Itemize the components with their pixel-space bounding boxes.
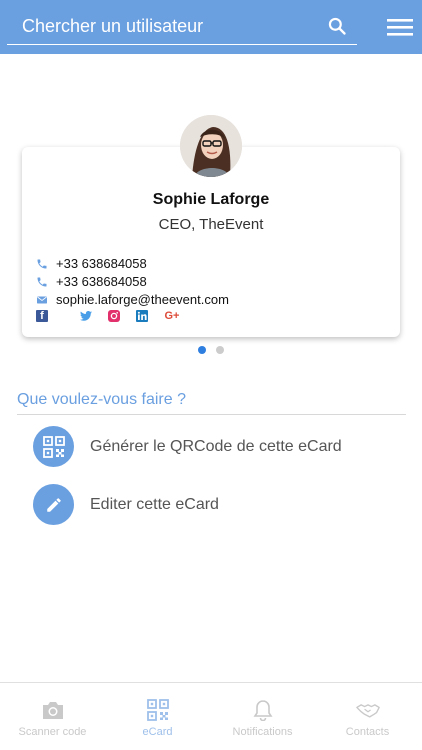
edit-ecard-label: Editer cette eCard bbox=[90, 495, 219, 513]
carousel-dots bbox=[198, 346, 234, 354]
nav-label-contacts: Contacts bbox=[345, 726, 390, 738]
nav-item-contacts[interactable]: Contacts bbox=[315, 683, 420, 750]
phone-icon bbox=[37, 277, 47, 286]
profile-role: CEO, TheEvent bbox=[158, 216, 264, 233]
camera-icon bbox=[42, 702, 63, 719]
googleplus-icon[interactable]: G+ bbox=[164, 310, 180, 322]
nav-item-notifications[interactable]: Notifications bbox=[210, 683, 315, 750]
profile-name: Sophie Laforge bbox=[152, 191, 270, 208]
carousel-dot[interactable] bbox=[216, 346, 224, 354]
handshake-icon bbox=[355, 704, 380, 718]
edit-ecard-button[interactable]: Editer cette eCard bbox=[33, 484, 219, 525]
qrcode-icon bbox=[146, 699, 169, 721]
phone-number-1: +33 638684058 bbox=[56, 256, 147, 271]
carousel-dot-active[interactable] bbox=[198, 346, 206, 354]
search-bar[interactable]: Chercher un utilisateur bbox=[7, 8, 357, 45]
phone-icon bbox=[37, 259, 47, 268]
social-links: f G+ bbox=[36, 310, 196, 322]
nav-item-ecard[interactable]: eCard bbox=[105, 683, 210, 750]
twitter-icon[interactable] bbox=[80, 310, 92, 322]
instagram-icon[interactable] bbox=[108, 310, 120, 322]
search-icon[interactable] bbox=[327, 16, 347, 36]
nav-label-ecard: eCard bbox=[142, 726, 173, 738]
contact-email[interactable]: sophie.laforge@theevent.com bbox=[36, 292, 229, 307]
facebook-label: f bbox=[40, 310, 44, 322]
pencil-icon bbox=[33, 484, 74, 525]
divider bbox=[17, 414, 406, 415]
phone-number-2: +33 638684058 bbox=[56, 274, 147, 289]
avatar bbox=[180, 115, 242, 177]
email-address: sophie.laforge@theevent.com bbox=[56, 292, 229, 307]
contact-phone-1[interactable]: +33 638684058 bbox=[36, 256, 147, 271]
generate-qrcode-label: Générer le QRCode de cette eCard bbox=[90, 437, 342, 455]
hamburger-menu-icon[interactable] bbox=[387, 17, 413, 37]
bell-icon bbox=[253, 700, 272, 721]
generate-qrcode-button[interactable]: Générer le QRCode de cette eCard bbox=[33, 426, 342, 467]
section-title: Que voulez-vous faire ? bbox=[17, 391, 186, 408]
contact-phone-2[interactable]: +33 638684058 bbox=[36, 274, 147, 289]
app-header: Chercher un utilisateur bbox=[0, 0, 422, 54]
nav-label-notifications: Notifications bbox=[232, 726, 293, 738]
nav-item-scanner[interactable]: Scanner code bbox=[0, 683, 105, 750]
search-input[interactable]: Chercher un utilisateur bbox=[22, 16, 203, 37]
email-icon bbox=[37, 296, 47, 303]
qrcode-icon bbox=[33, 426, 74, 467]
nav-label-scanner: Scanner code bbox=[18, 726, 87, 738]
bottom-navigation: Scanner code eCard Notifications Contact… bbox=[0, 682, 422, 750]
linkedin-icon[interactable] bbox=[136, 310, 148, 322]
